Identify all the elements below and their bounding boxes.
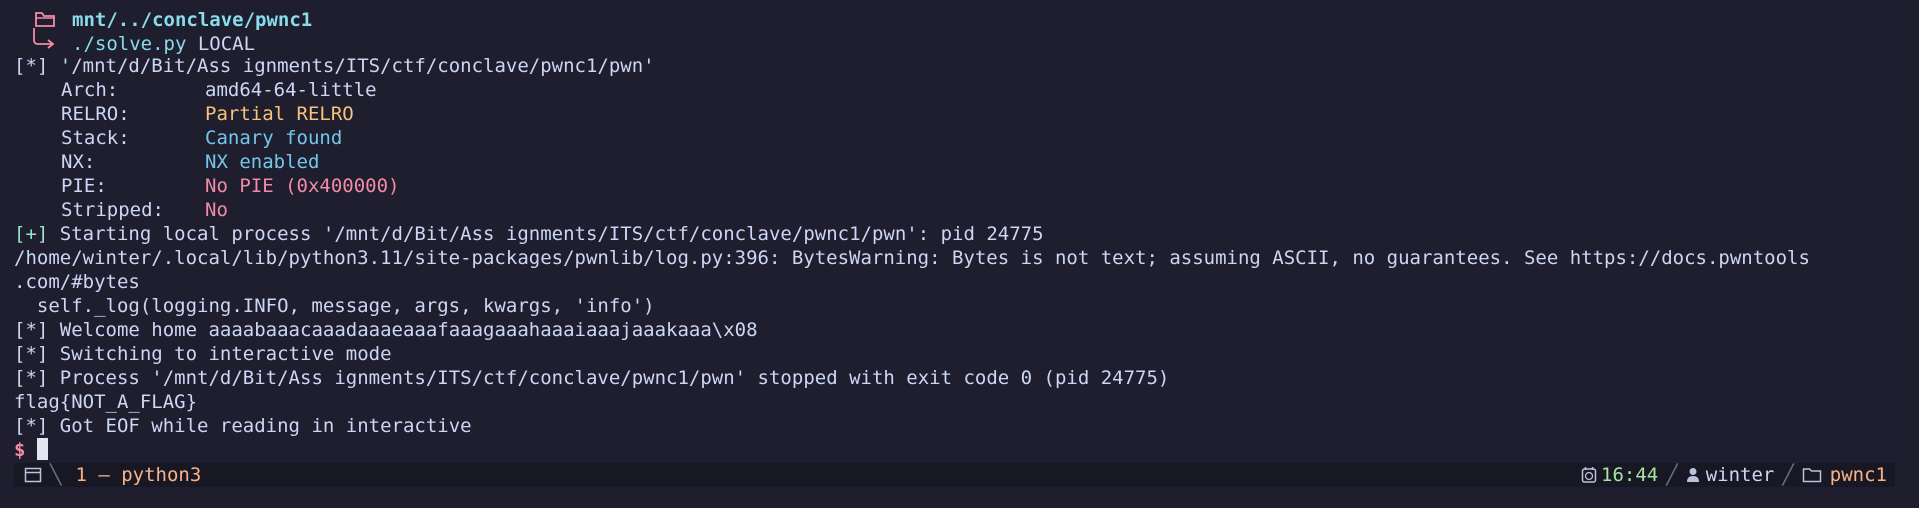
output-line: [*] Welcome home aaaabaaacaaadaaaeaaafaa… [14,318,1919,342]
checksec-row: NX: NX enabled [14,150,1919,174]
log-text: '/mnt/d/Bit/Ass ignments/ITS/ctf/conclav… [59,55,655,77]
shell-prompt: $ [14,439,26,461]
checksec-key: Stack: [61,127,130,149]
checksec-row: Arch: amd64-64-little [14,78,1919,102]
entered-command: ./solve.py LOCAL [72,32,255,56]
checksec-key: Arch: [61,79,119,101]
checksec-value: Canary found [205,127,343,149]
shell-prompt-line[interactable]: $ [14,438,1919,462]
output-line: /home/winter/.local/lib/python3.11/site-… [14,247,1810,269]
window-tab[interactable]: 1 – python3 [75,463,201,487]
checksec-key: RELRO: [61,103,130,125]
separator: ╲ [50,464,62,486]
checksec-key: Stripped: [61,199,164,221]
checksec-value: No PIE (0x400000) [205,175,400,197]
log-tag: [*] [14,319,49,341]
terminal-window[interactable]: mnt/../conclave/pwnc1 ./solve.py LOCAL [… [0,0,1919,508]
user-icon [1686,468,1699,482]
log-text: Process '/mnt/d/Bit/Ass ignments/ITS/ctf… [59,367,1170,389]
folder-icon [1802,468,1822,483]
separator: ╱ [1666,464,1678,486]
command-executable: ./solve.py [72,33,187,55]
prompt-header: mnt/../conclave/pwnc1 ./solve.py LOCAL [24,8,624,55]
checksec-value: Partial RELRO [205,103,354,125]
command-argument: LOCAL [197,33,256,55]
checksec-row: PIE: No PIE (0x400000) [14,174,1919,198]
log-text: Got EOF while reading in interactive [59,415,472,437]
log-tag: [*] [14,55,49,77]
output-line: [*] Process '/mnt/d/Bit/Ass ignments/ITS… [14,366,1919,390]
session-name: pwnc1 [1829,464,1887,486]
checksec-value: amd64-64-little [205,79,377,101]
current-directory: mnt/../conclave/pwnc1 [72,9,313,31]
checksec-key: NX: [61,151,96,173]
checksec-value: NX enabled [205,151,320,173]
log-tag: [*] [14,415,49,437]
flag-output: flag{NOT_A_FLAG} [14,391,198,413]
user-name: winter [1705,464,1775,486]
log-tag: [+] [14,223,49,245]
output-line: .com/#bytes [14,271,140,293]
checksec-value: No [205,199,228,221]
output-line: [*] '/mnt/d/Bit/Ass ignments/ITS/ctf/con… [14,54,1919,78]
checksec-row: RELRO: Partial RELRO [14,102,1919,126]
output-line: [*] Got EOF while reading in interactive [14,414,1919,438]
text-cursor [37,438,49,460]
folder-arrow-icon [33,12,55,49]
log-text: Starting local process '/mnt/d/Bit/Ass i… [59,223,1044,245]
checksec-key: PIE: [61,175,107,197]
separator: ╱ [1782,464,1794,486]
terminal-output: [*] '/mnt/d/Bit/Ass ignments/ITS/ctf/con… [14,54,1919,462]
clock-time: 16:44 [1601,464,1659,486]
output-line: [+] Starting local process '/mnt/d/Bit/A… [14,222,1919,246]
clock-icon [1581,467,1597,483]
log-text: Switching to interactive mode [59,343,392,365]
checksec-row: Stack: Canary found [14,126,1919,150]
checksec-row: Stripped: No [14,198,1919,222]
output-line: [*] Switching to interactive mode [14,342,1919,366]
window-icon [24,467,42,483]
log-text: Welcome home aaaabaaacaaadaaaeaaafaaagaa… [59,319,758,341]
tmux-status-bar: ╲ 1 – python3 16:44 ╱ winter ╱ pwnc1 [14,463,1895,487]
log-tag: [*] [14,367,49,389]
output-line: self._log(logging.INFO, message, args, k… [14,295,655,317]
log-tag: [*] [14,343,49,365]
